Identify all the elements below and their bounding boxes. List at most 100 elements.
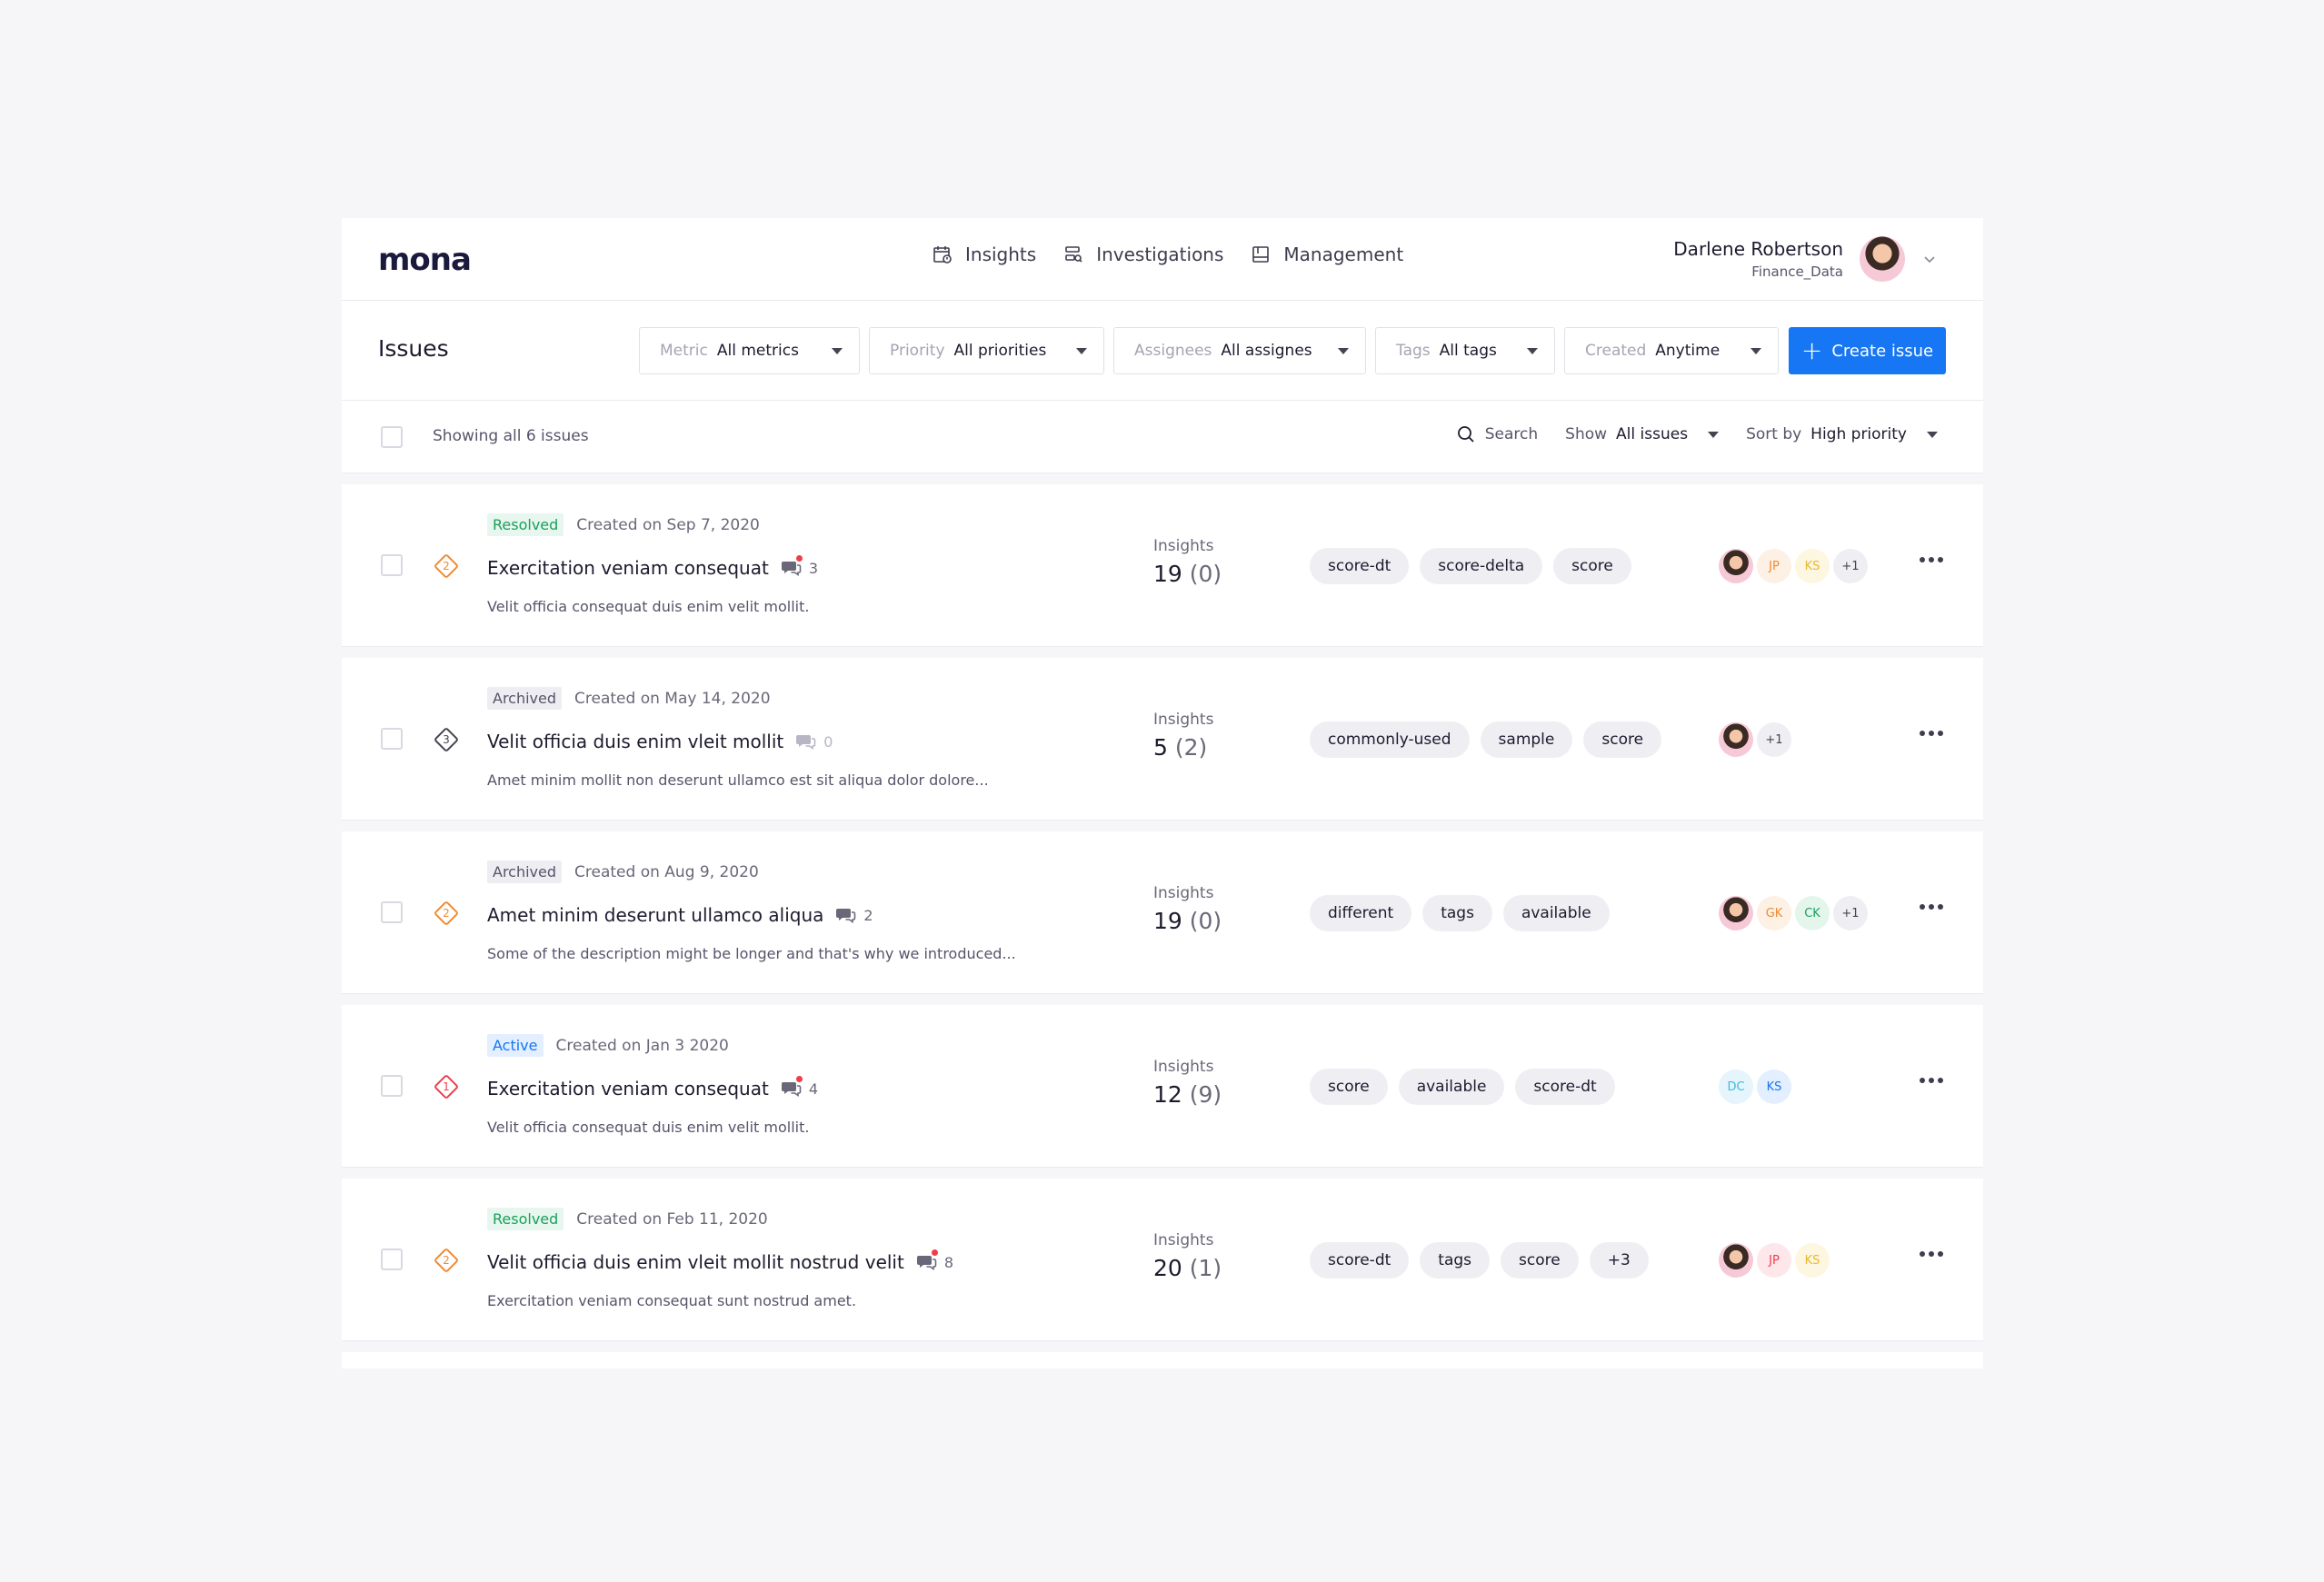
show-dropdown[interactable]: Show All issues <box>1565 425 1720 443</box>
nav-item-investigations[interactable]: Investigations <box>1063 244 1223 265</box>
issue-title[interactable]: Amet minim deserunt ullamco aliqua 2 <box>487 904 873 926</box>
issue-description: Exercitation veniam consequat sunt nostr… <box>487 1292 857 1309</box>
tag-chip[interactable]: score <box>1310 1069 1388 1105</box>
more-options-button[interactable] <box>1920 731 1943 736</box>
tag-chip[interactable]: score <box>1583 721 1662 758</box>
issue-checkbox[interactable] <box>381 1249 403 1270</box>
tag-chip[interactable]: score-dt <box>1310 1242 1410 1279</box>
mona-logo[interactable]: mona <box>378 242 472 278</box>
priority-badge: 2 <box>433 900 460 927</box>
assignee-initials[interactable]: JP <box>1757 549 1791 583</box>
comments-icon <box>796 735 816 751</box>
create-issue-button[interactable]: + Create issue <box>1789 327 1946 374</box>
tag-chip[interactable]: tags <box>1420 1242 1491 1279</box>
chevron-down-icon[interactable] <box>1921 251 1938 267</box>
issue-title[interactable]: Exercitation veniam consequat 3 <box>487 555 819 579</box>
assignee-avatar[interactable] <box>1719 1243 1753 1278</box>
assignee-initials[interactable]: +1 <box>1833 896 1868 930</box>
insights-count: Insights 19 (0) <box>1153 537 1222 587</box>
tag-chip[interactable]: available <box>1502 895 1610 931</box>
assignee-initials[interactable]: DC <box>1719 1070 1753 1104</box>
more-dot <box>1938 1251 1943 1257</box>
tag-chip[interactable]: available <box>1398 1069 1505 1105</box>
tags-filter[interactable]: Tags All tags <box>1375 327 1555 374</box>
assignee-initials[interactable]: KS <box>1795 549 1830 583</box>
tag-chip[interactable]: +3 <box>1589 1242 1649 1279</box>
assignees-filter[interactable]: Assignees All assignes <box>1113 327 1366 374</box>
issue-checkbox[interactable] <box>381 901 403 923</box>
nav-item-insights[interactable]: Insights <box>933 244 1036 265</box>
tag-chip[interactable]: score-delta <box>1420 548 1543 584</box>
assignee-initials[interactable]: +1 <box>1757 722 1791 757</box>
nav-label: Investigations <box>1096 244 1224 265</box>
issue-title[interactable]: Exercitation veniam consequat 4 <box>487 1076 818 1099</box>
insights-value: 20 (1) <box>1153 1255 1222 1281</box>
issue-row[interactable]: 1 Active Created on Jan 3 2020 Exercitat… <box>342 1005 1983 1168</box>
more-dot <box>1929 1078 1934 1083</box>
insights-new: (1) <box>1189 1255 1222 1281</box>
tag-chip[interactable]: different <box>1310 895 1412 931</box>
more-options-button[interactable] <box>1920 1251 1943 1257</box>
issue-meta: Resolved Created on Feb 11, 2020 <box>487 1208 768 1230</box>
assignee-initials[interactable]: GK <box>1757 896 1791 930</box>
tag-chip[interactable]: sample <box>1480 721 1573 758</box>
comments-number: 3 <box>808 559 819 577</box>
comments-icon <box>781 562 802 577</box>
tag-chip[interactable]: tags <box>1422 895 1492 931</box>
tag-chip[interactable]: score <box>1553 548 1631 584</box>
comments-icon <box>836 909 856 924</box>
issue-row[interactable]: 3 Archived Created on May 14, 2020 Velit… <box>342 658 1983 821</box>
priority-filter[interactable]: Priority All priorities <box>869 327 1104 374</box>
issue-title[interactable]: Velit officia duis enim vleit mollit 0 <box>487 731 833 752</box>
insights-count: Insights 19 (0) <box>1153 884 1222 934</box>
insights-new: (9) <box>1189 1081 1222 1108</box>
tag-chip[interactable]: commonly-used <box>1310 721 1470 758</box>
unread-dot <box>795 1076 803 1082</box>
select-all-checkbox[interactable] <box>381 426 403 448</box>
more-options-button[interactable] <box>1920 904 1943 910</box>
created-filter[interactable]: Created Anytime <box>1564 327 1779 374</box>
issue-checkbox[interactable] <box>381 1075 403 1097</box>
assignee-avatar[interactable] <box>1719 722 1753 757</box>
user-menu[interactable]: Darlene Robertson Finance_Data <box>1673 236 1938 282</box>
comments-count[interactable]: 8 <box>916 1249 954 1271</box>
comments-count[interactable]: 2 <box>836 906 873 924</box>
more-options-button[interactable] <box>1920 1078 1943 1083</box>
issue-meta: Archived Created on Aug 9, 2020 <box>487 861 759 883</box>
assignee-initials[interactable]: CK <box>1795 896 1830 930</box>
issue-row[interactable]: 2 Resolved Created on Feb 11, 2020 Velit… <box>342 1179 1983 1341</box>
status-badge: Archived <box>487 687 563 710</box>
comments-icon <box>916 1256 937 1271</box>
assignee-avatar[interactable] <box>1719 549 1753 583</box>
tag-chip[interactable]: score-dt <box>1310 548 1410 584</box>
assignee-avatar[interactable] <box>1719 896 1753 930</box>
issue-row[interactable]: 2 Archived Created on Aug 9, 2020 Amet m… <box>342 831 1983 994</box>
more-dot <box>1938 1078 1943 1083</box>
assignee-initials[interactable]: KS <box>1795 1243 1830 1278</box>
created-date: Created on Aug 9, 2020 <box>574 862 759 881</box>
insights-icon <box>933 246 952 264</box>
issue-checkbox[interactable] <box>381 554 403 576</box>
comments-count[interactable]: 0 <box>796 732 833 751</box>
issue-row[interactable]: 2 Resolved Created on Sep 7, 2020 Exerci… <box>342 484 1983 647</box>
issue-title[interactable]: Velit officia duis enim vleit mollit nos… <box>487 1249 954 1273</box>
insights-value: 19 (0) <box>1153 561 1222 587</box>
assignee-initials[interactable]: JP <box>1757 1243 1791 1278</box>
assignee-initials[interactable]: +1 <box>1833 549 1868 583</box>
comments-count[interactable]: 3 <box>781 555 819 577</box>
issue-checkbox[interactable] <box>381 728 403 750</box>
user-avatar[interactable] <box>1860 236 1905 282</box>
tag-chip[interactable]: score-dt <box>1515 1069 1615 1105</box>
more-options-button[interactable] <box>1920 557 1943 562</box>
tag-chip[interactable]: score <box>1501 1242 1579 1279</box>
assignee-list: JP KS +1 <box>1719 549 1868 583</box>
search-button[interactable]: Search <box>1456 424 1538 444</box>
metric-filter[interactable]: Metric All metrics <box>639 327 860 374</box>
assignee-initials[interactable]: KS <box>1757 1070 1791 1104</box>
user-org: Finance_Data <box>1751 264 1843 280</box>
sort-dropdown[interactable]: Sort by High priority <box>1746 425 1938 443</box>
created-date: Created on Jan 3 2020 <box>555 1036 729 1055</box>
nav-item-management[interactable]: Management <box>1251 244 1403 265</box>
comments-count[interactable]: 4 <box>781 1076 818 1098</box>
comments-number: 8 <box>943 1253 954 1271</box>
